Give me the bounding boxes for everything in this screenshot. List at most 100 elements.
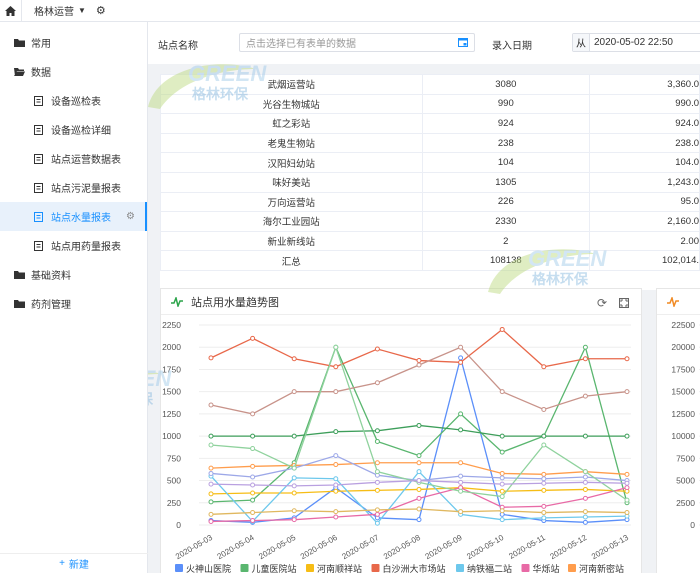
data-point[interactable] [541, 476, 547, 482]
home-button[interactable] [0, 0, 22, 22]
data-point[interactable] [582, 509, 588, 515]
data-point[interactable] [333, 488, 339, 494]
data-point[interactable] [541, 480, 547, 486]
data-point[interactable] [458, 359, 464, 365]
data-point[interactable] [208, 355, 214, 361]
data-point[interactable] [333, 462, 339, 468]
data-point[interactable] [582, 495, 588, 501]
sidebar-item-operations[interactable]: 站点运营数据表 [0, 144, 147, 173]
data-point[interactable] [250, 510, 256, 516]
data-point[interactable] [250, 490, 256, 496]
data-point[interactable] [374, 511, 380, 517]
data-point[interactable] [208, 470, 214, 476]
data-point[interactable] [333, 514, 339, 520]
data-point[interactable] [541, 433, 547, 439]
data-point[interactable] [208, 491, 214, 497]
legend-label[interactable]: 河南新密站 [579, 563, 624, 573]
data-point[interactable] [291, 465, 297, 471]
data-point[interactable] [250, 474, 256, 480]
legend-swatch[interactable] [568, 564, 576, 572]
legend-swatch[interactable] [175, 564, 183, 572]
data-point[interactable] [291, 356, 297, 362]
project-selector[interactable]: 格林运营 ▼ [34, 3, 86, 18]
data-point[interactable] [499, 481, 505, 487]
data-point[interactable] [333, 476, 339, 482]
data-point[interactable] [208, 402, 214, 408]
date-from-input[interactable]: 从 2020-05-02 22:50 至 [572, 33, 700, 52]
data-point[interactable] [624, 497, 630, 503]
refresh-icon[interactable]: ⟳ [597, 296, 607, 310]
data-point[interactable] [499, 488, 505, 494]
data-point[interactable] [541, 487, 547, 493]
data-point[interactable] [250, 446, 256, 452]
data-point[interactable] [374, 479, 380, 485]
data-point[interactable] [582, 393, 588, 399]
data-point[interactable] [499, 517, 505, 523]
data-point[interactable] [499, 449, 505, 455]
data-point[interactable] [624, 356, 630, 362]
data-point[interactable] [374, 520, 380, 526]
data-point[interactable] [624, 485, 630, 491]
data-point[interactable] [250, 335, 256, 341]
data-point[interactable] [333, 429, 339, 435]
sidebar-item-inspection-detail[interactable]: 设备巡检详细 [0, 115, 147, 144]
data-point[interactable] [208, 442, 214, 448]
data-point[interactable] [374, 428, 380, 434]
data-point[interactable] [458, 427, 464, 433]
data-point[interactable] [624, 480, 630, 486]
data-point[interactable] [416, 469, 422, 475]
data-point[interactable] [541, 471, 547, 477]
data-point[interactable] [291, 433, 297, 439]
data-point[interactable] [208, 511, 214, 517]
data-point[interactable] [499, 475, 505, 481]
data-point[interactable] [416, 478, 422, 484]
data-point[interactable] [374, 507, 380, 513]
data-point[interactable] [458, 411, 464, 417]
data-point[interactable] [374, 380, 380, 386]
data-point[interactable] [333, 509, 339, 515]
data-point[interactable] [541, 515, 547, 521]
data-point[interactable] [582, 519, 588, 525]
data-point[interactable] [499, 470, 505, 476]
data-point[interactable] [541, 406, 547, 412]
data-point[interactable] [416, 362, 422, 368]
series-line[interactable] [210, 346, 628, 415]
data-point[interactable] [416, 486, 422, 492]
data-point[interactable] [582, 433, 588, 439]
data-point[interactable] [374, 346, 380, 352]
sidebar-item-water[interactable]: 站点水量报表 ⚙ [0, 202, 147, 231]
data-point[interactable] [416, 422, 422, 428]
data-point[interactable] [374, 460, 380, 466]
data-point[interactable] [458, 488, 464, 494]
data-point[interactable] [624, 389, 630, 395]
legend-swatch[interactable] [456, 564, 464, 572]
data-point[interactable] [250, 497, 256, 503]
data-point[interactable] [291, 483, 297, 489]
data-point[interactable] [291, 490, 297, 496]
sidebar-item-inspection[interactable]: 设备巡检表 [0, 86, 147, 115]
data-point[interactable] [582, 514, 588, 520]
sidebar-item-sludge[interactable]: 站点污泥量报表 [0, 173, 147, 202]
data-point[interactable] [374, 487, 380, 493]
legend-label[interactable]: 华烁站 [533, 563, 560, 573]
data-point[interactable] [541, 364, 547, 370]
sidebar-group-data[interactable]: 数据 [0, 57, 147, 86]
data-point[interactable] [582, 469, 588, 475]
settings-gear-icon[interactable]: ⚙ [96, 4, 106, 17]
data-point[interactable] [499, 433, 505, 439]
data-point[interactable] [416, 460, 422, 466]
data-point[interactable] [624, 433, 630, 439]
data-point[interactable] [291, 508, 297, 514]
legend-label[interactable]: 河南顺祥站 [317, 563, 362, 573]
data-point[interactable] [208, 481, 214, 487]
data-point[interactable] [582, 356, 588, 362]
data-point[interactable] [582, 479, 588, 485]
legend-swatch[interactable] [240, 564, 249, 572]
data-point[interactable] [250, 463, 256, 469]
data-point[interactable] [291, 475, 297, 481]
data-point[interactable] [499, 326, 505, 332]
data-point[interactable] [416, 495, 422, 501]
data-point[interactable] [333, 389, 339, 395]
data-point[interactable] [416, 453, 422, 459]
data-point[interactable] [208, 465, 214, 471]
